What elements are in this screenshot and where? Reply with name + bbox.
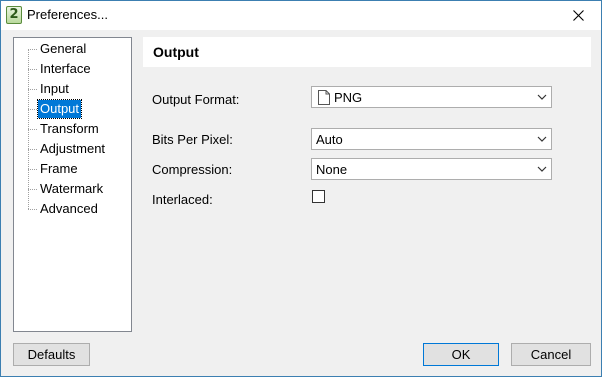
panel-header: Output <box>143 37 591 67</box>
close-icon <box>572 10 584 21</box>
output-format-value: PNG <box>334 90 363 105</box>
chevron-down-icon <box>537 136 547 142</box>
tree-branch-line <box>28 129 37 130</box>
title-bar[interactable]: 2 Preferences... <box>1 1 601 30</box>
bits-per-pixel-select[interactable]: Auto <box>311 128 552 150</box>
tree-branch-line <box>28 149 37 150</box>
file-icon <box>318 90 330 105</box>
tree-item-input[interactable]: Input <box>38 80 71 98</box>
preferences-window: 2 Preferences... General Interface Input… <box>0 0 602 377</box>
tree-branch-line <box>28 209 37 210</box>
tree-branch-line <box>28 49 37 50</box>
bits-per-pixel-value: Auto <box>316 132 343 147</box>
tree-item-advanced[interactable]: Advanced <box>38 200 100 218</box>
bits-per-pixel-label: Bits Per Pixel: <box>152 132 233 147</box>
tree-item-watermark[interactable]: Watermark <box>38 180 105 198</box>
tree-item-frame[interactable]: Frame <box>38 160 80 178</box>
tree-item-output[interactable]: Output <box>36 99 83 119</box>
close-button[interactable] <box>555 1 601 30</box>
compression-value: None <box>316 162 348 177</box>
interlaced-checkbox[interactable] <box>312 190 325 203</box>
cancel-button[interactable]: Cancel <box>511 343 591 366</box>
tree-branch-line <box>28 69 37 70</box>
window-title: Preferences... <box>27 7 108 22</box>
defaults-button[interactable]: Defaults <box>13 343 90 366</box>
app-logo-icon: 2 <box>6 6 22 24</box>
tree-item-adjustment[interactable]: Adjustment <box>38 140 107 158</box>
tree-item-interface[interactable]: Interface <box>38 60 93 78</box>
tree-item-general[interactable]: General <box>38 40 88 58</box>
output-format-label: Output Format: <box>152 92 240 107</box>
tree-branch-line <box>28 89 37 90</box>
ok-button[interactable]: OK <box>423 343 499 366</box>
panel-title: Output <box>153 44 199 60</box>
category-tree[interactable]: General Interface Input Output Transform… <box>13 37 132 332</box>
chevron-down-icon <box>537 166 547 172</box>
tree-branch-line <box>28 189 37 190</box>
tree-item-transform[interactable]: Transform <box>38 120 101 138</box>
interlaced-label: Interlaced: <box>152 192 213 207</box>
tree-branch-line <box>28 109 37 110</box>
compression-label: Compression: <box>152 162 233 177</box>
tree-branch-line <box>28 169 37 170</box>
output-format-select[interactable]: PNG <box>311 86 552 108</box>
compression-select[interactable]: None <box>311 158 552 180</box>
chevron-down-icon <box>537 94 547 100</box>
